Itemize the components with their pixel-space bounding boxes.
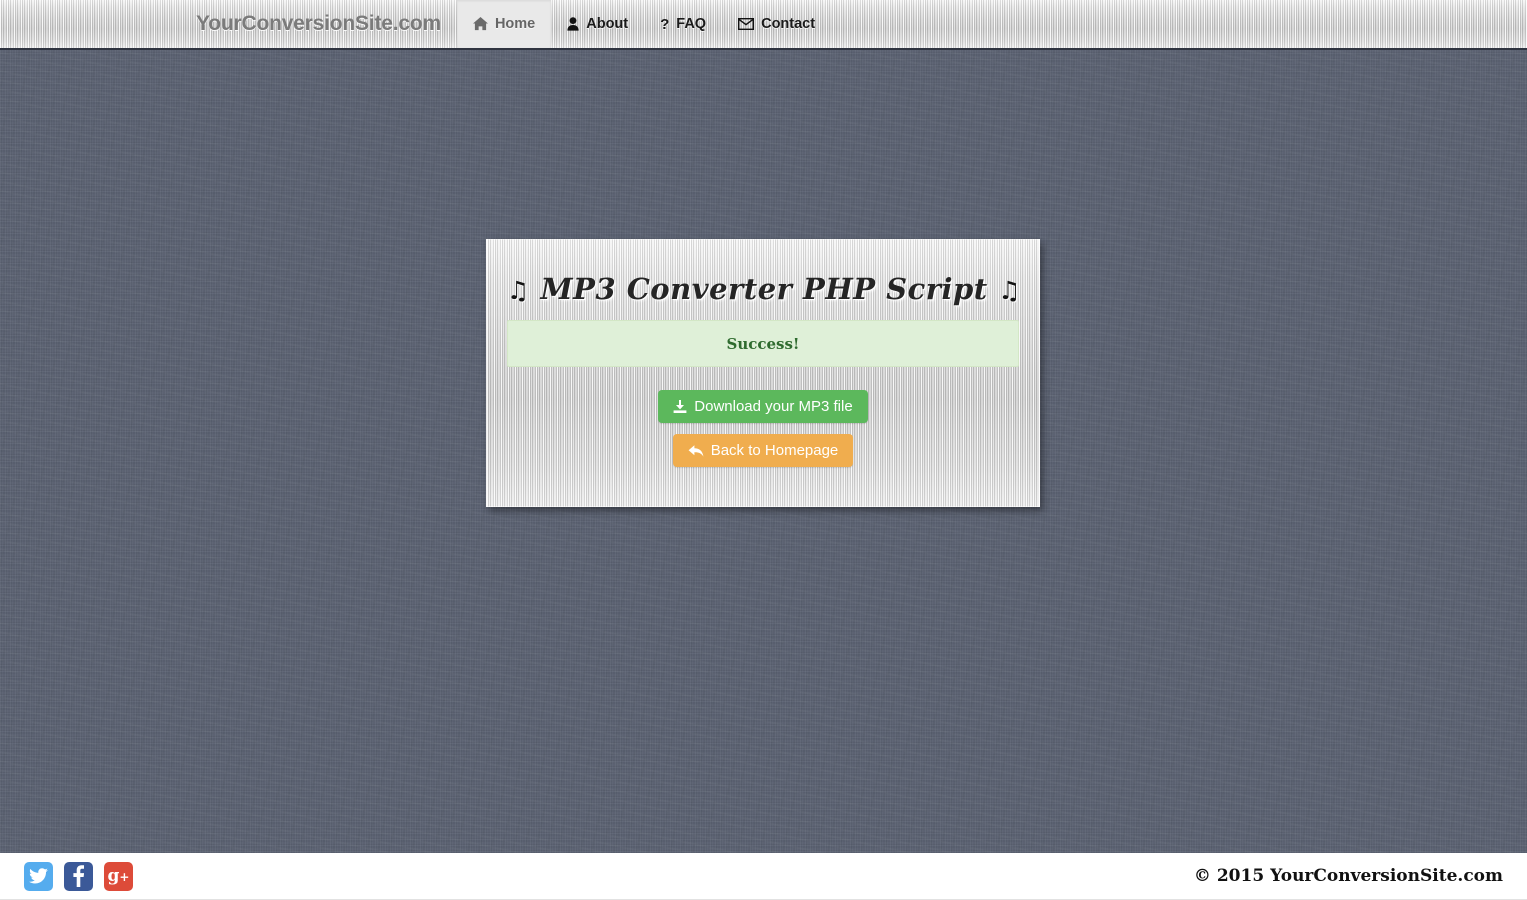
twitter-link[interactable]: [24, 861, 53, 891]
nav-item-home[interactable]: Home: [456, 0, 552, 48]
page-title-text: MP3 Converter PHP Script: [540, 272, 988, 306]
status-alert: Success!: [507, 320, 1019, 367]
site-footer: g+ © 2015 YourConversionSite.com: [0, 853, 1527, 900]
facebook-link[interactable]: [64, 861, 93, 891]
copyright-text: © 2015 YourConversionSite.com: [1193, 866, 1503, 886]
user-icon: [567, 17, 579, 31]
nav-item-contact[interactable]: Contact: [722, 0, 831, 48]
envelope-icon: [738, 18, 755, 30]
panel-actions: Download your MP3 file Back to Homepage: [507, 367, 1019, 467]
page-title: ♫ MP3 Converter PHP Script ♫: [507, 272, 1022, 306]
back-to-homepage-button[interactable]: Back to Homepage: [672, 434, 854, 467]
nav-menu: Home About ? FAQ Contact: [456, 0, 831, 48]
back-to-homepage-button-label: Back to Homepage: [710, 442, 839, 459]
download-mp3-button[interactable]: Download your MP3 file: [658, 390, 868, 423]
download-icon: [673, 399, 687, 414]
main-panel: ♫ MP3 Converter PHP Script ♫ Success! Do…: [486, 239, 1040, 507]
download-mp3-button-label: Download your MP3 file: [694, 398, 853, 415]
nav-item-label: Home: [494, 16, 536, 32]
googleplus-link[interactable]: g+: [104, 861, 133, 891]
reply-arrow-icon: [688, 444, 704, 458]
site-brand[interactable]: YourConversionSite.com: [196, 0, 457, 48]
nav-item-label: Contact: [761, 16, 816, 32]
music-note-icon-right: ♫: [998, 276, 1022, 305]
nav-item-faq[interactable]: ? FAQ: [644, 0, 722, 48]
home-icon: [472, 17, 488, 31]
social-links: g+: [0, 861, 133, 891]
top-navbar: YourConversionSite.com Home About ? FAQ …: [0, 0, 1527, 50]
google-plus-icon: g+: [107, 865, 130, 886]
homepage-button-row: Back to Homepage: [507, 434, 1019, 467]
music-note-icon-left: ♫: [507, 276, 530, 305]
status-alert-text: Success!: [726, 335, 800, 353]
twitter-icon: [29, 868, 48, 884]
question-icon: ?: [660, 15, 670, 33]
facebook-icon: [73, 865, 84, 887]
nav-item-label: About: [586, 16, 629, 32]
nav-item-label: FAQ: [676, 16, 707, 32]
nav-item-about[interactable]: About: [551, 0, 644, 48]
download-button-row: Download your MP3 file: [507, 390, 1019, 423]
